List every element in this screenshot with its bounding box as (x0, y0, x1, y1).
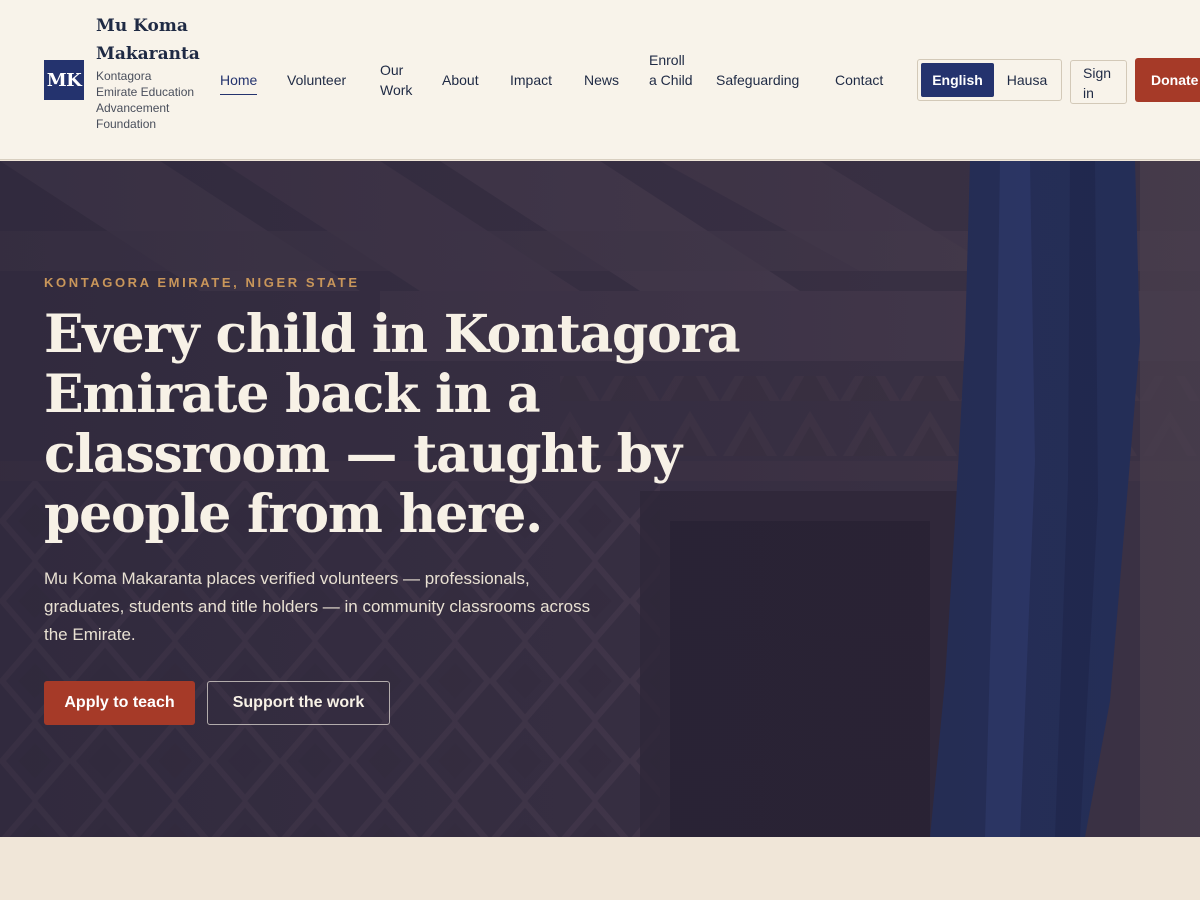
language-hausa-button[interactable]: Hausa (996, 63, 1058, 97)
sign-in-button[interactable]: Sign in (1070, 60, 1127, 104)
site-header: MK Mu Koma Makaranta Kontagora Emirate E… (0, 0, 1200, 160)
nav-enroll-a-child[interactable]: Enroll a Child (649, 50, 695, 90)
support-the-work-button[interactable]: Support the work (207, 681, 390, 725)
nav-volunteer[interactable]: Volunteer (287, 70, 346, 90)
brand-name[interactable]: Mu Koma Makaranta (96, 12, 206, 68)
language-toggle: English Hausa (917, 59, 1062, 101)
hero-headline: Every child in Kontagora Emirate back in… (44, 304, 741, 545)
nav-contact[interactable]: Contact (835, 70, 883, 90)
next-section (0, 837, 1200, 900)
nav-home[interactable]: Home (220, 70, 258, 95)
apply-to-teach-button[interactable]: Apply to teach (44, 681, 195, 725)
brand-subtitle: Kontagora Emirate Education Advancement … (96, 69, 195, 131)
nav-impact[interactable]: Impact (510, 70, 552, 90)
hero-section: KONTAGORA EMIRATE, NIGER STATE Every chi… (0, 161, 1200, 837)
donate-button[interactable]: Donate (1135, 58, 1200, 102)
logo-mark[interactable]: MK (44, 60, 84, 100)
nav-our-work[interactable]: Our Work (380, 60, 420, 100)
hero-eyebrow: KONTAGORA EMIRATE, NIGER STATE (44, 275, 360, 290)
hero-lede: Mu Koma Makaranta places verified volunt… (44, 569, 591, 644)
nav-safeguarding[interactable]: Safeguarding (716, 70, 799, 90)
nav-about[interactable]: About (442, 70, 479, 90)
language-english-button[interactable]: English (921, 63, 994, 97)
nav-news[interactable]: News (584, 70, 619, 90)
